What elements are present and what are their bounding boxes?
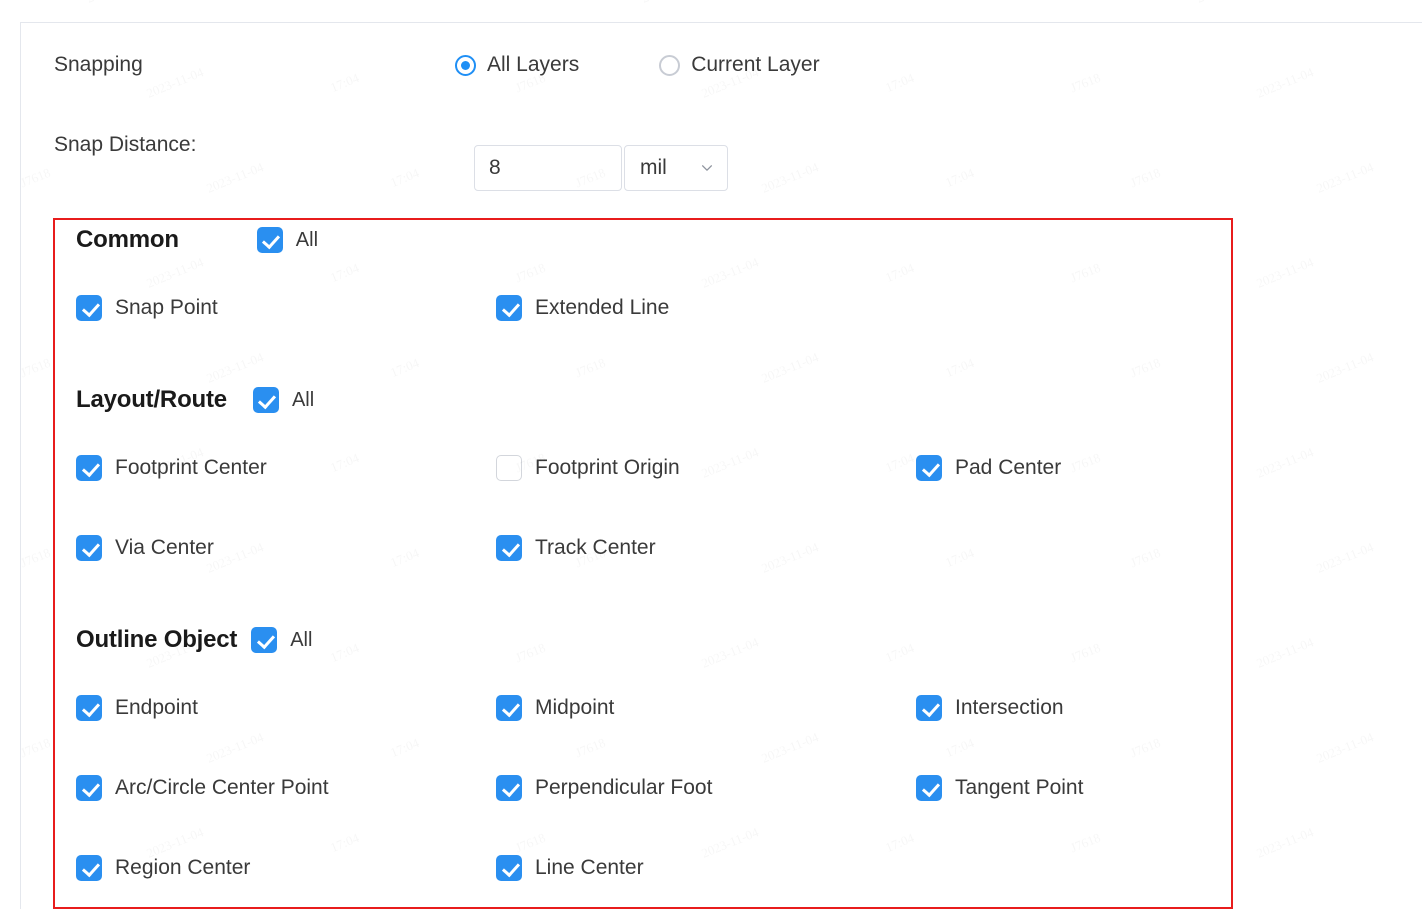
radio-current-layer-label: Current Layer: [691, 53, 820, 76]
checkbox-checked-icon: [252, 387, 279, 413]
option-arc-circle-center-point-label: Arc/Circle Center Point: [115, 776, 329, 799]
checkbox-checked-icon: [76, 855, 102, 881]
group-outline-object-row-2: Arc/Circle Center Point Perpendicular Fo…: [55, 768, 1231, 808]
radio-selected-icon: [455, 54, 476, 76]
option-region-center[interactable]: Region Center: [76, 848, 250, 888]
option-line-center-label: Line Center: [535, 856, 644, 879]
checkbox-checked-icon: [496, 295, 522, 321]
option-midpoint[interactable]: Midpoint: [496, 688, 614, 728]
option-pad-center-label: Pad Center: [955, 456, 1062, 479]
group-common-all-checkbox[interactable]: All: [256, 227, 319, 253]
checkbox-checked-icon: [496, 855, 522, 881]
option-perpendicular-foot[interactable]: Perpendicular Foot: [496, 768, 712, 808]
option-tangent-point-label: Tangent Point: [955, 776, 1084, 799]
checkbox-checked-icon: [496, 695, 522, 721]
group-common-title: Common: [76, 226, 179, 253]
checkbox-checked-icon: [256, 227, 283, 253]
group-outline-object-row-3: Region Center Line Center: [55, 848, 1231, 888]
option-footprint-center-label: Footprint Center: [115, 456, 267, 479]
option-region-center-label: Region Center: [115, 856, 251, 879]
group-common-row-1: Snap Point Extended Line: [55, 288, 1231, 328]
option-midpoint-label: Midpoint: [535, 696, 615, 719]
snapping-settings-panel: Snapping All Layers Current Layer Snap D…: [20, 22, 1422, 909]
group-layout-route-all-label: All: [291, 388, 315, 411]
group-layout-route-row-2: Via Center Track Center: [55, 528, 1231, 568]
option-pad-center[interactable]: Pad Center: [916, 448, 1061, 488]
group-layout-route-row-1: Footprint Center Footprint Origin Pad Ce…: [55, 448, 1231, 488]
option-line-center[interactable]: Line Center: [496, 848, 644, 888]
snap-objects-highlight-region: Common All Snap Point Extended Line Layo…: [53, 218, 1233, 909]
group-outline-object-header: Outline Object All: [76, 620, 312, 660]
option-footprint-center[interactable]: Footprint Center: [76, 448, 267, 488]
checkbox-checked-icon: [76, 535, 102, 561]
option-endpoint[interactable]: Endpoint: [76, 688, 198, 728]
snapping-label: Snapping: [54, 53, 143, 76]
checkbox-checked-icon: [76, 695, 102, 721]
option-via-center[interactable]: Via Center: [76, 528, 214, 568]
option-via-center-label: Via Center: [115, 536, 214, 559]
option-arc-circle-center-point[interactable]: Arc/Circle Center Point: [76, 768, 329, 808]
group-common-all-label: All: [295, 228, 319, 251]
group-layout-route-title: Layout/Route: [76, 386, 227, 413]
group-layout-route-header: Layout/Route All: [76, 380, 314, 420]
option-intersection[interactable]: Intersection: [916, 688, 1064, 728]
snap-distance-label: Snap Distance:: [54, 133, 197, 156]
group-outline-object-title: Outline Object: [76, 626, 238, 653]
option-intersection-label: Intersection: [955, 696, 1064, 719]
option-footprint-origin-label: Footprint Origin: [535, 456, 680, 479]
option-tangent-point[interactable]: Tangent Point: [916, 768, 1083, 808]
checkbox-checked-icon: [916, 455, 942, 481]
group-outline-object-all-checkbox[interactable]: All: [251, 627, 312, 653]
unit-value: mil: [640, 156, 667, 179]
group-common-header: Common All: [76, 220, 318, 260]
checkbox-checked-icon: [251, 627, 278, 653]
checkbox-checked-icon: [496, 775, 522, 801]
checkbox-checked-icon: [496, 535, 522, 561]
checkbox-checked-icon: [76, 775, 102, 801]
radio-current-layer[interactable]: Current Layer: [659, 53, 820, 77]
option-snap-point[interactable]: Snap Point: [76, 288, 218, 328]
radio-all-layers-label: All Layers: [487, 53, 580, 76]
option-endpoint-label: Endpoint: [115, 696, 198, 719]
radio-all-layers[interactable]: All Layers: [455, 53, 579, 77]
snap-distance-unit-select[interactable]: mil: [624, 145, 728, 191]
checkbox-checked-icon: [76, 455, 102, 481]
group-outline-object-row-1: Endpoint Midpoint Intersection: [55, 688, 1231, 728]
checkbox-checked-icon: [916, 775, 942, 801]
radio-unselected-icon: [659, 54, 681, 76]
checkbox-checked-icon: [916, 695, 942, 721]
group-layout-route-all-checkbox[interactable]: All: [252, 387, 315, 413]
option-snap-point-label: Snap Point: [115, 296, 218, 319]
checkbox-unchecked-icon: [496, 455, 522, 481]
checkbox-checked-icon: [76, 295, 102, 321]
option-track-center[interactable]: Track Center: [496, 528, 656, 568]
snap-distance-input[interactable]: [474, 145, 622, 191]
option-perpendicular-foot-label: Perpendicular Foot: [535, 776, 713, 799]
option-footprint-origin[interactable]: Footprint Origin: [496, 448, 680, 488]
option-extended-line[interactable]: Extended Line: [496, 288, 669, 328]
snap-distance-controls: mil: [474, 145, 728, 191]
option-track-center-label: Track Center: [535, 536, 656, 559]
option-extended-line-label: Extended Line: [535, 296, 670, 319]
chevron-down-icon: [701, 165, 713, 171]
snapping-radio-group: All Layers Current Layer: [455, 45, 820, 85]
group-outline-object-all-label: All: [290, 628, 313, 651]
